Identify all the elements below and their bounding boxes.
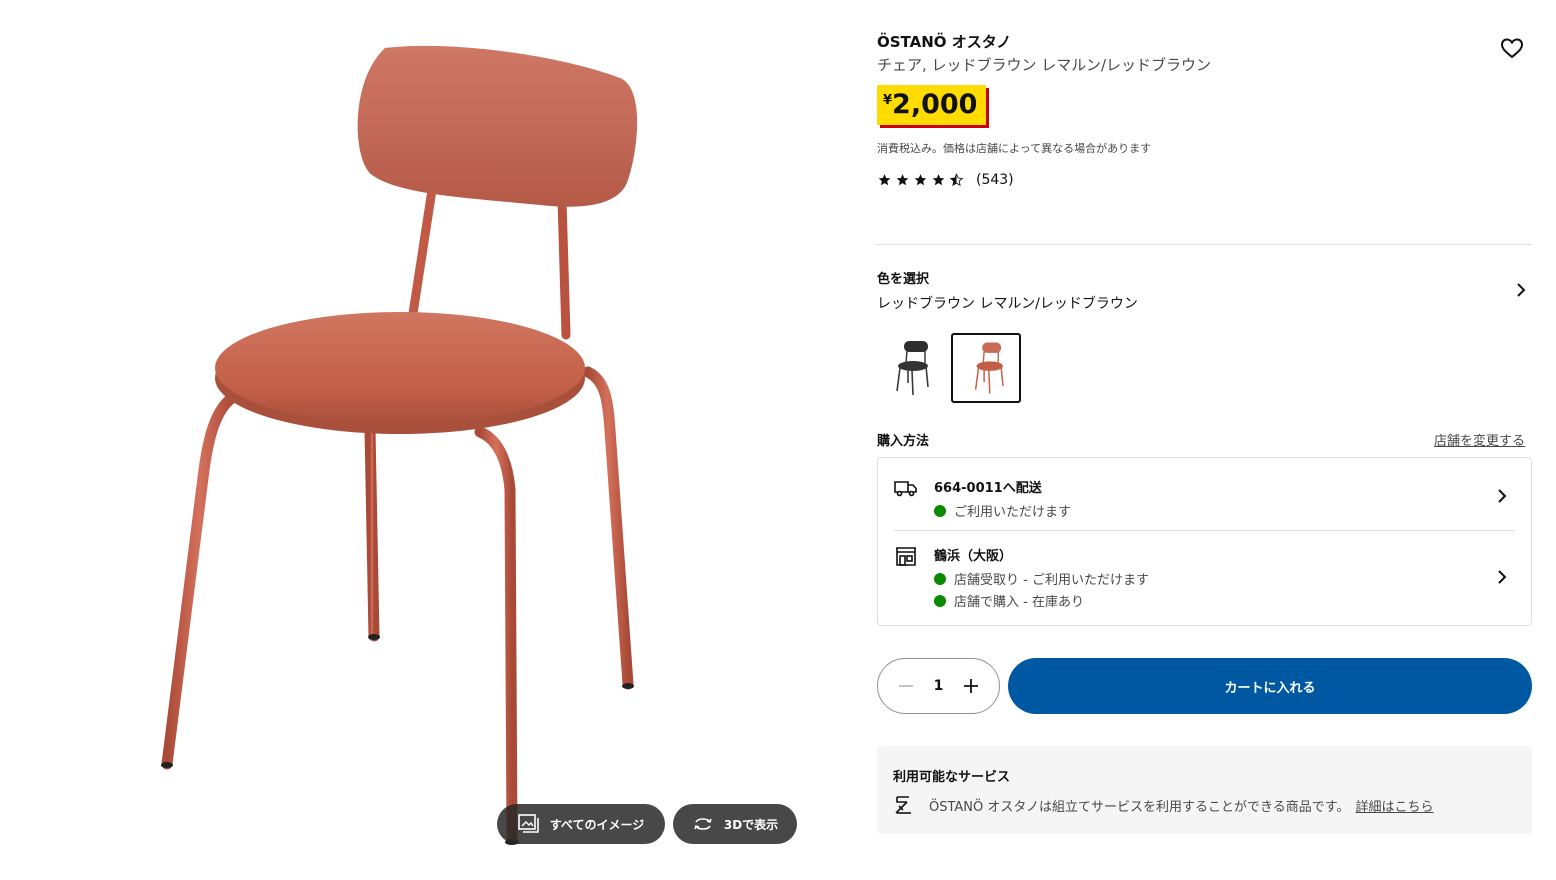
black-chair-thumbnail (896, 341, 929, 396)
price-currency: ¥ (883, 93, 893, 108)
delivery-status-text: ご利用いただけます (954, 505, 1072, 520)
red-brown-chair-thumbnail (974, 342, 1004, 394)
star-icon (932, 174, 945, 186)
available-dot-icon (934, 572, 946, 585)
view-3d-button[interactable]: 3Dで表示 (673, 804, 797, 844)
decrease-quantity-button[interactable] (896, 676, 916, 696)
quantity-value[interactable]: 1 (934, 678, 944, 694)
services-title: 利用可能なサービス (893, 770, 1011, 785)
half-star-icon (949, 173, 964, 187)
star-icon (914, 174, 927, 186)
star-icon (878, 174, 891, 186)
store-icon (896, 547, 916, 566)
delivery-status: ご利用いただけます (934, 501, 1071, 520)
all-images-button[interactable]: すべてのイメージ (497, 804, 665, 844)
product-gallery: すべてのイメージ 3Dで表示 (0, 0, 860, 880)
favorite-heart-icon[interactable] (1499, 36, 1525, 60)
rating-stars (877, 173, 964, 187)
add-to-cart-button[interactable]: カートに入れる (1008, 658, 1532, 714)
store-instore-text: 店舗で購入 - 在庫あり (954, 595, 1084, 610)
product-image[interactable] (0, 0, 860, 880)
chevron-right-icon (1498, 570, 1507, 584)
change-store-link[interactable]: 店舗を変更する (1434, 430, 1525, 449)
available-services: 利用可能なサービス ÖSTANÖ オスタノは組立てサービスを利用することができる… (877, 746, 1532, 834)
product-name: ÖSTANÖ オスタノ (877, 33, 1012, 51)
available-dot-icon (934, 594, 946, 607)
selected-color-value: レッドブラウン レマルン/レッドブラウン (877, 296, 1138, 312)
store-pickup-text: 店舗受取り - ご利用いただけます (954, 573, 1149, 588)
availability-box: 664-0011へ配送 ご利用いただけます 鶴浜（大阪） 店舗受取り - ご利用… (877, 457, 1532, 626)
store-pickup-status: 店舗受取り - ご利用いただけます (934, 569, 1149, 588)
quantity-stepper: 1 (877, 658, 1000, 714)
color-swatch-red-brown[interactable] (951, 333, 1021, 403)
increase-quantity-button[interactable] (961, 676, 981, 696)
store-instore-status: 店舗で購入 - 在庫あり (934, 591, 1084, 610)
view-3d-label: 3Dで表示 (723, 817, 779, 832)
store-title: 鶴浜（大阪） (934, 549, 1013, 564)
services-text: ÖSTANÖ オスタノは組立てサービスを利用することができる商品です。 (929, 800, 1350, 815)
services-description: ÖSTANÖ オスタノは組立てサービスを利用することができる商品です。 詳細はこち… (929, 796, 1433, 815)
delivery-option[interactable]: 664-0011へ配送 ご利用いただけます (878, 458, 1531, 531)
review-count: (543) (976, 172, 1014, 188)
all-images-label: すべてのイメージ (549, 817, 645, 832)
price-tag: ¥ 2,000 (877, 85, 987, 125)
chevron-right-icon (1498, 489, 1507, 503)
chevron-right-icon[interactable] (1511, 280, 1531, 300)
rating[interactable]: (543) (877, 172, 1014, 188)
tax-note: 消費税込み。価格は店舗によって異なる場合があります (877, 142, 1152, 155)
purchase-method-title: 購入方法 (877, 434, 930, 449)
available-dot-icon (934, 504, 946, 517)
plus-icon (964, 679, 978, 693)
price-value: 2,000 (892, 89, 978, 120)
star-icon (896, 174, 909, 186)
rotate-3d-icon (694, 818, 712, 830)
product-description: チェア, レッドブラウン レマルン/レッドブラウン (877, 56, 1212, 74)
services-details-link[interactable]: 詳細はこちら (1355, 800, 1433, 815)
color-swatch-black[interactable] (877, 333, 947, 403)
images-icon (517, 814, 539, 833)
truck-icon (894, 481, 917, 497)
assembly-tool-icon (895, 796, 911, 814)
color-section-title: 色を選択 (877, 272, 930, 287)
divider (877, 244, 1532, 245)
minus-icon (899, 685, 913, 687)
delivery-title: 664-0011へ配送 (934, 481, 1042, 496)
store-option[interactable]: 鶴浜（大阪） 店舗受取り - ご利用いただけます 店舗で購入 - 在庫あり (878, 532, 1531, 626)
divider (894, 530, 1515, 531)
